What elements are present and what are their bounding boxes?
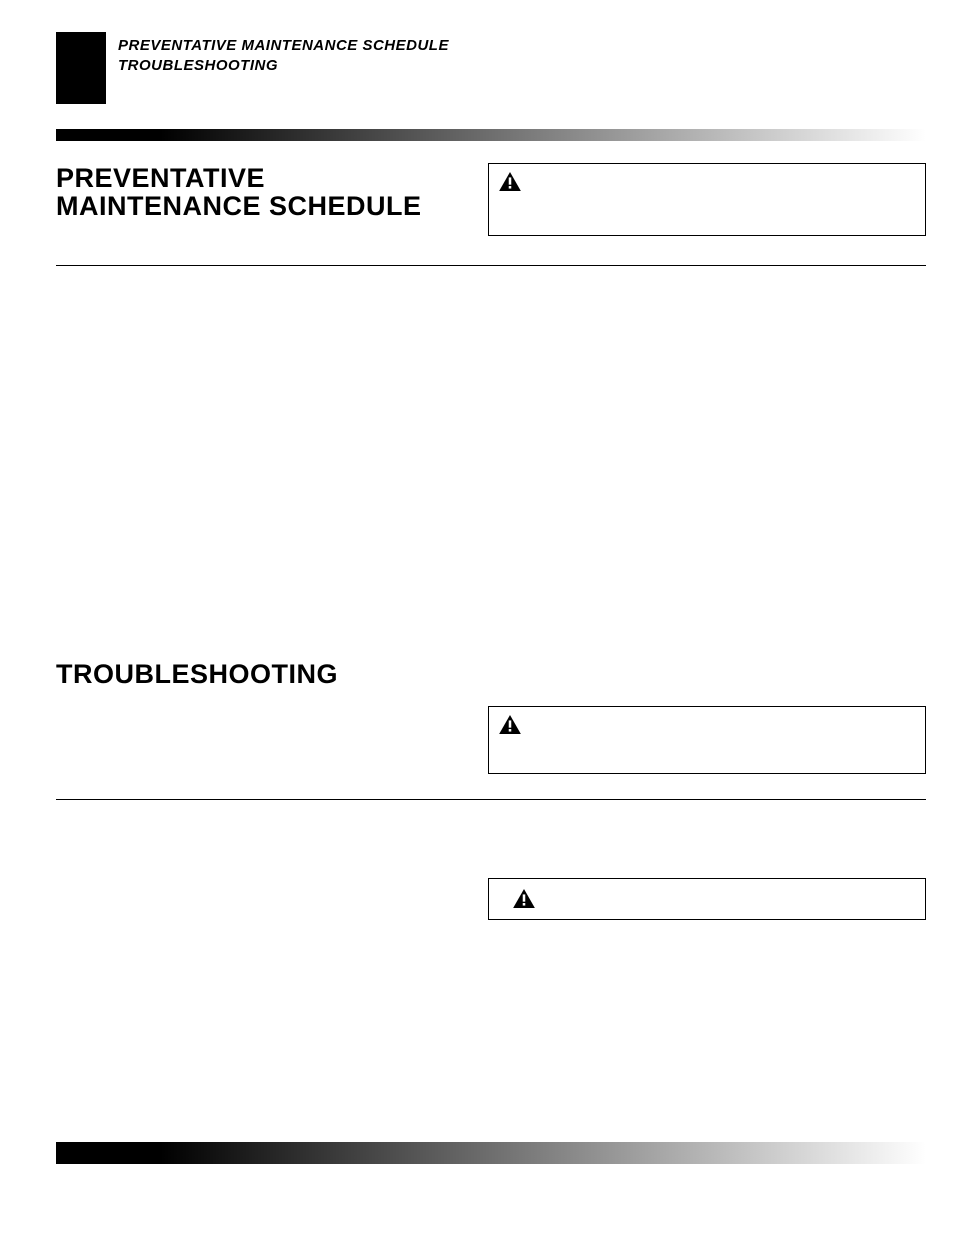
title1-line2: MAINTENANCE SCHEDULE xyxy=(56,192,422,220)
warning-icon xyxy=(499,172,521,191)
warning-icon xyxy=(513,889,535,908)
document-page: PREVENTATIVE MAINTENANCE SCHEDULE TROUBL… xyxy=(0,0,954,1235)
section-title-troubleshooting: TROUBLESHOOTING xyxy=(56,660,338,688)
header-line-2: TROUBLESHOOTING xyxy=(118,56,449,76)
callout-box-2 xyxy=(488,706,926,774)
horizontal-rule-2 xyxy=(56,799,926,800)
warning-icon xyxy=(499,715,521,734)
header-tab-block xyxy=(56,32,106,104)
gradient-divider-top xyxy=(56,129,926,141)
horizontal-rule-1 xyxy=(56,265,926,266)
section-title-preventative-maintenance: PREVENTATIVE MAINTENANCE SCHEDULE xyxy=(56,164,422,221)
page-header: PREVENTATIVE MAINTENANCE SCHEDULE TROUBL… xyxy=(118,36,449,77)
gradient-divider-bottom xyxy=(56,1142,926,1164)
callout-box-3 xyxy=(488,878,926,920)
title1-line1: PREVENTATIVE xyxy=(56,164,422,192)
header-line-1: PREVENTATIVE MAINTENANCE SCHEDULE xyxy=(118,36,449,56)
callout-box-1 xyxy=(488,163,926,236)
title2-text: TROUBLESHOOTING xyxy=(56,659,338,689)
